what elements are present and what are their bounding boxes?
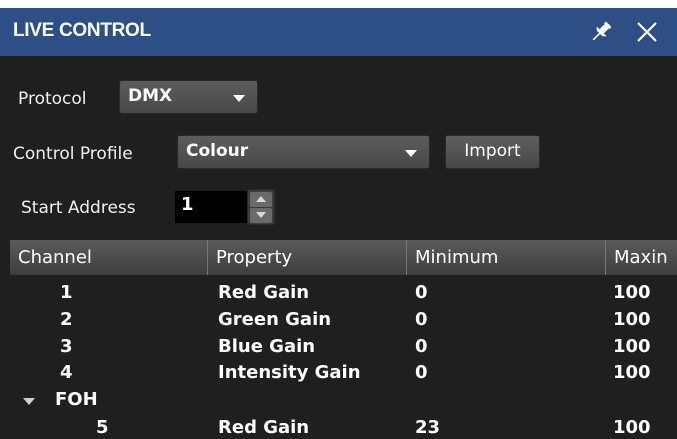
property-cell: Intensity Gain <box>218 362 361 383</box>
property-cell: Blue Gain <box>218 336 316 357</box>
minimum-cell: 0 <box>415 309 428 330</box>
table-row[interactable]: 4 Intensity Gain 0 100 <box>10 362 677 385</box>
table-row[interactable]: 5 Red Gain 23 100 <box>10 417 677 439</box>
maximum-cell: 100 <box>613 282 651 303</box>
property-cell: Green Gain <box>218 309 332 330</box>
group-row-foh[interactable]: FOH <box>10 389 677 412</box>
start-address-label: Start Address <box>21 198 136 218</box>
minimum-cell: 0 <box>415 336 428 357</box>
channel-cell: 3 <box>60 336 73 357</box>
channel-cell: 2 <box>60 309 73 330</box>
minimum-cell: 0 <box>415 282 428 303</box>
protocol-dropdown[interactable]: DMX <box>119 80 258 114</box>
maximum-cell: 100 <box>613 362 651 383</box>
triangle-down-icon[interactable] <box>23 398 35 405</box>
table-row[interactable]: 3 Blue Gain 0 100 <box>10 336 677 359</box>
maximum-cell: 100 <box>613 417 651 438</box>
control-profile-dropdown[interactable]: Colour <box>177 135 430 169</box>
group-name: FOH <box>55 389 98 410</box>
control-profile-label: Control Profile <box>13 144 133 164</box>
maximum-cell: 100 <box>613 309 651 330</box>
close-icon[interactable] <box>630 15 664 49</box>
import-button[interactable]: Import <box>445 135 540 169</box>
channel-cell: 1 <box>60 282 73 303</box>
control-profile-value: Colour <box>186 141 249 161</box>
table-row[interactable]: 1 Red Gain 0 100 <box>10 282 677 305</box>
live-control-panel: LIVE CONTROL Protocol DMX Control Profil… <box>0 0 677 439</box>
column-header-channel[interactable]: Channel <box>10 240 208 275</box>
chevron-down-icon <box>233 95 245 102</box>
column-header-property[interactable]: Property <box>208 240 407 275</box>
protocol-value: DMX <box>128 86 173 106</box>
title-bar: LIVE CONTROL <box>0 0 677 56</box>
column-header-maximum[interactable]: Maxin <box>606 240 677 275</box>
property-cell: Red Gain <box>218 417 310 438</box>
pin-icon[interactable] <box>584 15 618 49</box>
protocol-label: Protocol <box>18 89 87 109</box>
column-header-minimum[interactable]: Minimum <box>407 240 606 275</box>
minimum-cell: 0 <box>415 362 428 383</box>
start-address-input[interactable]: 1 <box>175 191 247 223</box>
table-row[interactable]: 2 Green Gain 0 100 <box>10 309 677 332</box>
channel-cell: 5 <box>96 417 109 438</box>
maximum-cell: 100 <box>613 336 651 357</box>
property-cell: Red Gain <box>218 282 310 303</box>
panel-title: LIVE CONTROL <box>13 20 151 41</box>
start-address-stepper[interactable] <box>247 189 275 225</box>
table-header: Channel Property Minimum Maxin <box>10 240 677 275</box>
channel-cell: 4 <box>60 362 73 383</box>
chevron-down-icon <box>405 150 417 157</box>
minimum-cell: 23 <box>415 417 441 438</box>
decrement-button[interactable] <box>250 208 272 223</box>
increment-button[interactable] <box>250 192 272 207</box>
